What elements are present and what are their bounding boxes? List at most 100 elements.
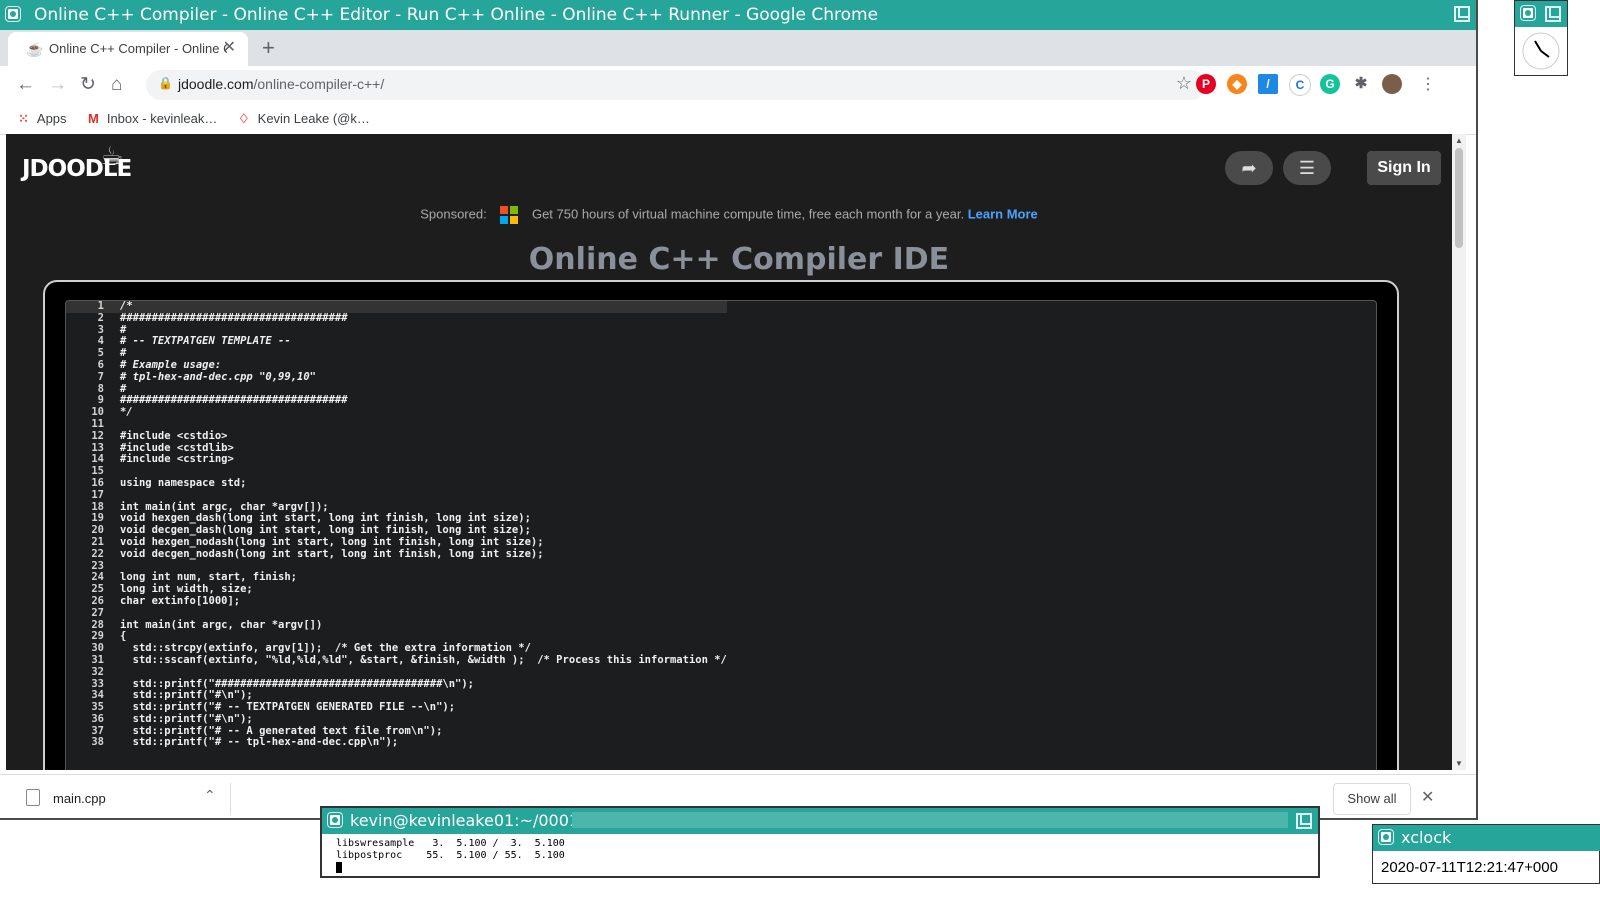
- code-text[interactable]: void hexgen_nodash(long int start, long …: [120, 536, 544, 548]
- share-button[interactable]: ➦: [1225, 151, 1273, 185]
- code-text[interactable]: std::sscanf(extinfo, "%ld,%ld,%ld", &sta…: [120, 654, 727, 666]
- clock-titlebar[interactable]: [1515, 1, 1567, 27]
- code-text[interactable]: using namespace std;: [120, 477, 246, 489]
- code-text[interactable]: #: [120, 347, 126, 359]
- terminal-titlebar[interactable]: kevin@kevinleake01:~/0001: [322, 808, 1318, 834]
- back-icon[interactable]: ←: [16, 73, 35, 97]
- maximize-icon[interactable]: [1545, 6, 1561, 22]
- home-icon[interactable]: ⌂: [111, 73, 122, 97]
- code-text[interactable]: # tpl-hex-and-dec.cpp "0,99,10": [120, 371, 316, 383]
- code-text[interactable]: std::printf("###########################…: [120, 678, 474, 690]
- show-all-button[interactable]: Show all: [1333, 783, 1411, 815]
- code-line[interactable]: 22 void decgen_nodash(long int start, lon…: [66, 548, 727, 561]
- scroll-up-icon[interactable]: ▲: [1455, 136, 1463, 145]
- code-line[interactable]: 31 std::sscanf(extinfo, "%ld,%ld,%ld", &…: [66, 654, 727, 667]
- code-text[interactable]: void hexgen_dash(long int start, long in…: [120, 512, 531, 524]
- line-number: 11: [91, 417, 104, 430]
- code-text[interactable]: std::printf("#\n");: [120, 689, 253, 701]
- code-line[interactable]: 4 # -- TEXTPATGEN TEMPLATE --: [66, 335, 727, 348]
- code-text[interactable]: int main(int argc, char *argv[]);: [120, 501, 329, 513]
- profile-avatar-icon[interactable]: [1382, 74, 1402, 94]
- code-line[interactable]: 38 std::printf("# -- tpl-hex-and-dec.cpp…: [66, 737, 727, 749]
- window-menu-icon[interactable]: [5, 6, 21, 22]
- code-line[interactable]: 26 char extinfo[1000];: [66, 595, 727, 608]
- download-filename[interactable]: main.cpp: [53, 791, 106, 806]
- terminal-output[interactable]: libswresample 3. 5.100 / 3. 5.100 libpos…: [336, 838, 565, 875]
- hamburger-icon: ☰: [1298, 158, 1316, 178]
- grammarly-c-icon[interactable]: C: [1289, 74, 1311, 96]
- code-text[interactable]: /*: [120, 301, 133, 312]
- url-text[interactable]: jdoodle.com/online-compiler-c++/: [178, 76, 384, 92]
- code-text[interactable]: {: [120, 630, 126, 642]
- code-text[interactable]: std::strcpy(extinfo, argv[1]); /* Get th…: [120, 642, 531, 654]
- code-line[interactable]: 9 ####################################: [66, 394, 727, 407]
- grammarly-icon[interactable]: G: [1320, 74, 1340, 94]
- code-text[interactable]: std::printf("#\n");: [120, 713, 253, 725]
- lock-icon[interactable]: 🔒: [158, 76, 173, 90]
- puzzle-icon[interactable]: ✱: [1351, 74, 1371, 94]
- scroll-down-icon[interactable]: ▼: [1455, 759, 1463, 768]
- code-lines[interactable]: 1/* 2 ####################################…: [66, 301, 727, 749]
- code-text[interactable]: std::printf("# -- TEXTPATGEN GENERATED F…: [120, 701, 455, 713]
- chrome-window-titlebar[interactable]: Online C++ Compiler - Online C++ Editor …: [0, 0, 1476, 30]
- code-text[interactable]: long int num, start, finish;: [120, 571, 297, 583]
- airbnb-icon: ♢: [238, 111, 250, 126]
- pinterest-icon[interactable]: P: [1196, 74, 1216, 94]
- browser-tab[interactable]: ☕ Online C++ Compiler - Online C++ Edito…: [8, 32, 248, 66]
- window-menu-icon[interactable]: [1378, 829, 1394, 845]
- code-text[interactable]: #: [120, 383, 126, 395]
- code-text[interactable]: #: [120, 324, 126, 336]
- terminal-line: libswresample 3. 5.100 / 3. 5.100: [336, 838, 565, 849]
- jdoodle-logo[interactable]: JDOODLE ☕: [22, 142, 132, 182]
- code-line[interactable]: 2 ####################################: [66, 312, 727, 325]
- feather-icon[interactable]: /: [1258, 74, 1278, 94]
- forward-icon[interactable]: →: [48, 73, 67, 97]
- code-text[interactable]: #include <cstring>: [120, 453, 234, 465]
- gmail-icon: M: [88, 111, 99, 126]
- code-text[interactable]: long int width, size;: [120, 583, 253, 595]
- code-text[interactable]: ####################################: [120, 312, 348, 324]
- page-scrollbar[interactable]: ▲ ▼: [1452, 134, 1466, 770]
- close-shelf-icon[interactable]: ✕: [1421, 787, 1434, 807]
- xclock-titlebar[interactable]: xclock: [1373, 825, 1600, 851]
- bookmark-apps[interactable]: ⁙ Apps: [18, 111, 67, 127]
- bookmarks-bar: ⁙ Apps M Inbox - kevinleak… ♢ Kevin Leake (…: [0, 104, 1476, 135]
- new-tab-icon[interactable]: +: [262, 37, 275, 59]
- menu-button[interactable]: ☰: [1283, 151, 1331, 185]
- scrollbar-thumb[interactable]: [1455, 148, 1463, 248]
- code-text[interactable]: void decgen_nodash(long int start, long …: [120, 548, 544, 560]
- code-text[interactable]: #include <cstdio>: [120, 430, 227, 442]
- code-line[interactable]: 16 using namespace std;: [66, 477, 727, 490]
- code-text[interactable]: #include <cstdlib>: [120, 442, 234, 454]
- window-menu-icon[interactable]: [1520, 5, 1536, 21]
- metamask-icon[interactable]: ◆: [1227, 74, 1247, 94]
- bookmark-inbox[interactable]: M Inbox - kevinleak…: [88, 111, 217, 126]
- code-text[interactable]: void decgen_dash(long int start, long in…: [120, 524, 531, 536]
- sign-in-button[interactable]: Sign In: [1367, 151, 1441, 185]
- code-text[interactable]: std::printf("# -- A generated text file …: [120, 725, 443, 737]
- code-text[interactable]: std::printf("# -- tpl-hex-and-dec.cpp\n"…: [120, 736, 399, 749]
- address-bar[interactable]: 🔒 jdoodle.com/online-compiler-c++/ ☆: [146, 70, 1206, 100]
- window-menu-icon[interactable]: [327, 812, 343, 828]
- code-text[interactable]: char extinfo[1000];: [120, 595, 240, 607]
- code-text[interactable]: ####################################: [120, 394, 348, 406]
- bookmark-kevin-leake[interactable]: ♢ Kevin Leake (@k…: [238, 111, 370, 127]
- learn-more-link[interactable]: Learn More: [968, 206, 1038, 221]
- reload-icon[interactable]: ↻: [80, 73, 96, 97]
- code-line[interactable]: 14 #include <cstring>: [66, 453, 727, 466]
- page-content: JDOODLE ☕ ➦ ☰ Sign In Sponsored: Get 750 …: [6, 134, 1466, 770]
- tab-close-icon[interactable]: ✕: [223, 39, 236, 57]
- code-text[interactable]: # -- TEXTPATGEN TEMPLATE --: [120, 335, 291, 347]
- maximize-icon[interactable]: [1454, 6, 1470, 22]
- code-text[interactable]: */: [120, 406, 133, 418]
- maximize-icon[interactable]: [1296, 813, 1312, 829]
- code-text[interactable]: int main(int argc, char *argv[]): [120, 619, 322, 631]
- code-editor[interactable]: 1/* 2 ####################################…: [65, 300, 1377, 770]
- chevron-up-icon[interactable]: ⌃: [204, 787, 216, 804]
- bookmark-star-icon[interactable]: ☆: [1176, 73, 1192, 94]
- code-line[interactable]: 7 # tpl-hex-and-dec.cpp "0,99,10": [66, 371, 727, 384]
- menu-kebab-icon[interactable]: ⋮: [1420, 73, 1436, 97]
- code-line[interactable]: 28 int main(int argc, char *argv[]): [66, 619, 727, 632]
- code-text[interactable]: # Example usage:: [120, 359, 221, 371]
- code-line[interactable]: 10 */: [66, 406, 727, 419]
